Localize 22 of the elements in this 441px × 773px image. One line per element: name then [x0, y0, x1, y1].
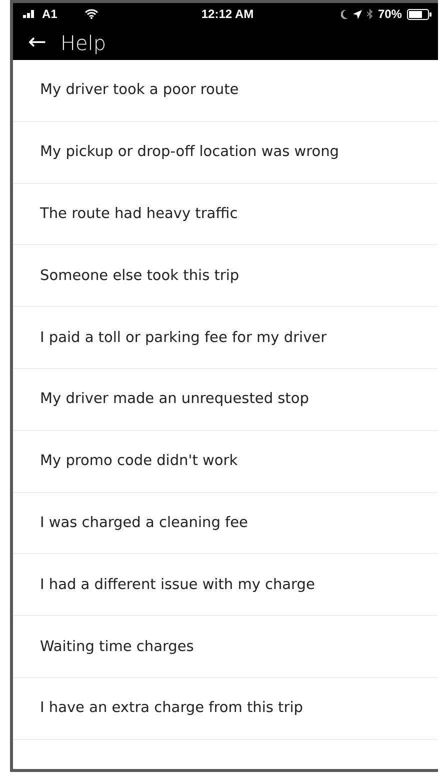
page-title: Help — [60, 30, 106, 54]
battery-percentage: 70% — [378, 7, 402, 21]
signal-icon — [23, 10, 36, 18]
help-topic[interactable]: The route had heavy traffic — [13, 184, 438, 246]
carrier-name: A1 — [42, 7, 58, 21]
help-topic[interactable]: My driver made an unrequested stop — [13, 368, 438, 431]
bluetooth-icon — [366, 9, 373, 19]
back-button[interactable]: ← — [28, 32, 46, 54]
help-topic[interactable]: My pickup or drop-off location was wrong — [13, 122, 438, 184]
help-topic[interactable]: I was charged a cleaning fee — [13, 492, 438, 554]
help-topic[interactable]: I had a different issue with my charge — [13, 554, 438, 616]
help-topic[interactable]: Waiting time charges — [13, 616, 438, 678]
battery-icon — [406, 8, 432, 20]
wifi-icon — [85, 9, 98, 19]
location-arrow-icon — [352, 10, 362, 18]
help-topic[interactable]: I have an extra charge from this trip — [13, 678, 438, 740]
help-topic[interactable]: My promo code didn't work — [13, 430, 438, 493]
help-topic[interactable]: My driver took a poor route — [13, 60, 438, 122]
help-topic[interactable]: I paid a toll or parking fee for my driver — [13, 307, 438, 369]
status-time: 12:12 AM — [200, 7, 255, 21]
help-topic[interactable]: Someone else took this trip — [13, 245, 438, 308]
moon-icon — [340, 10, 348, 18]
